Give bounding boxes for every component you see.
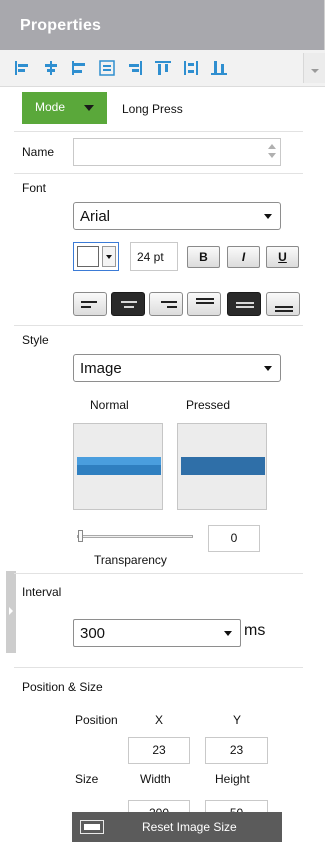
position-y-input[interactable]: 23: [205, 737, 268, 764]
distribute-vertical-icon[interactable]: [180, 58, 202, 78]
height-label: Height: [215, 772, 250, 786]
image-size-icon-inner: [84, 824, 100, 830]
bold-button[interactable]: B: [187, 246, 220, 268]
interval-label: Interval: [22, 585, 62, 599]
caret-down-icon: [264, 366, 272, 371]
align-center-horizontal-icon[interactable]: [40, 58, 62, 78]
divider: [14, 131, 303, 132]
font-size-input[interactable]: 24 pt: [130, 242, 178, 271]
chevron-down-icon: [311, 69, 319, 73]
divider: [14, 573, 303, 574]
divider: [14, 667, 303, 668]
align-line: [81, 306, 91, 308]
align-line: [121, 301, 137, 303]
pressed-button-preview: [181, 457, 265, 475]
reset-image-size-label: Reset Image Size: [142, 820, 237, 834]
style-label: Style: [22, 333, 49, 347]
normal-button-preview: [77, 457, 161, 475]
distribute-horizontal-icon[interactable]: [96, 58, 118, 78]
align-line: [236, 306, 254, 308]
divider: [14, 173, 303, 174]
text-align-left-button[interactable]: [73, 292, 107, 316]
caret-down-icon: [224, 631, 232, 636]
name-input[interactable]: [73, 138, 281, 166]
properties-header: Properties: [0, 0, 325, 50]
text-align-top-button[interactable]: [187, 292, 221, 316]
align-line: [81, 301, 97, 303]
reset-image-size-button[interactable]: Reset Image Size: [72, 812, 282, 842]
mode-value: Long Press: [122, 102, 183, 116]
align-line: [167, 306, 177, 308]
pressed-state-image[interactable]: [177, 423, 267, 510]
style-value: Image: [80, 360, 122, 377]
position-size-label: Position & Size: [22, 680, 103, 694]
align-left-edge-icon[interactable]: [68, 58, 90, 78]
interval-select[interactable]: 300: [73, 619, 241, 647]
text-align-bottom-button[interactable]: [266, 292, 300, 316]
spin-down-icon: [268, 153, 276, 158]
caret-down-icon: [106, 255, 112, 259]
font-color-picker[interactable]: [73, 242, 119, 271]
transparency-slider-handle[interactable]: [78, 530, 83, 542]
align-top-icon[interactable]: [152, 58, 174, 78]
interval-value: 300: [80, 625, 106, 642]
caret-down-icon: [264, 214, 272, 219]
transparency-label: Transparency: [94, 553, 167, 567]
panel-title: Properties: [20, 17, 102, 34]
text-align-right-button[interactable]: [149, 292, 183, 316]
normal-state-label: Normal: [90, 398, 129, 412]
spin-up-icon: [268, 144, 276, 149]
position-label: Position: [75, 713, 118, 727]
transparency-input[interactable]: 0: [208, 525, 260, 552]
size-label: Size: [75, 772, 99, 786]
position-x-input[interactable]: 23: [128, 737, 190, 764]
alignment-toolbar: [0, 50, 325, 87]
font-family-select[interactable]: Arial: [73, 202, 281, 230]
interval-unit: ms: [244, 622, 266, 639]
align-line: [236, 302, 254, 304]
align-line: [196, 298, 214, 300]
align-line: [275, 310, 293, 312]
normal-state-image[interactable]: [73, 423, 163, 510]
toolbar-overflow-button[interactable]: [303, 53, 325, 83]
align-bottom-icon[interactable]: [208, 58, 230, 78]
y-label: Y: [233, 713, 242, 727]
mode-button-label: Mode: [35, 100, 66, 114]
align-left-icon[interactable]: [12, 58, 34, 78]
color-swatch: [77, 246, 99, 267]
style-select[interactable]: Image: [73, 354, 281, 382]
side-collapse-tab[interactable]: [6, 571, 16, 653]
align-line: [161, 301, 177, 303]
transparency-slider-track[interactable]: [77, 535, 193, 538]
pressed-state-label: Pressed: [186, 398, 231, 412]
name-spinner[interactable]: [266, 142, 278, 162]
align-right-icon[interactable]: [124, 58, 146, 78]
text-align-center-button[interactable]: [111, 292, 145, 316]
text-align-middle-button[interactable]: [227, 292, 261, 316]
underline-button[interactable]: U: [266, 246, 299, 268]
divider: [14, 325, 303, 326]
chevron-right-icon: [9, 607, 13, 615]
image-size-icon: [80, 820, 104, 834]
italic-button[interactable]: I: [227, 246, 260, 268]
align-line: [124, 306, 134, 308]
caret-down-icon: [84, 105, 94, 111]
color-dropdown-button[interactable]: [102, 246, 116, 267]
align-line: [275, 306, 293, 308]
x-label: X: [155, 713, 164, 727]
font-family-value: Arial: [80, 208, 111, 225]
mode-button[interactable]: Mode: [22, 92, 107, 124]
font-size-value: 24 pt: [137, 250, 164, 264]
width-label: Width: [140, 772, 171, 786]
align-line: [196, 302, 214, 304]
name-label: Name: [22, 145, 55, 159]
font-label: Font: [22, 181, 47, 195]
